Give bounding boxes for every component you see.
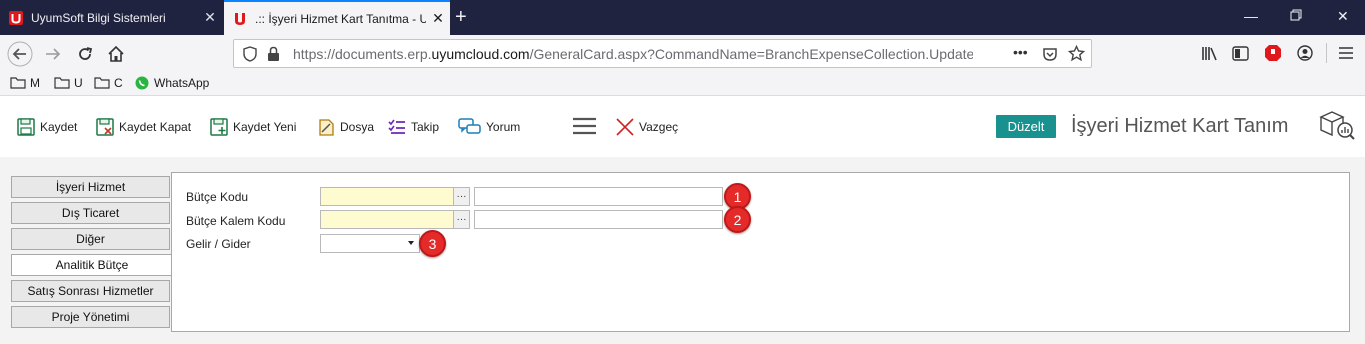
uyumsoft-logo-icon (233, 12, 247, 26)
content-area: İşyeri Hizmet Dış Ticaret Diğer Analitik… (0, 157, 1365, 344)
bookmark-whatsapp[interactable]: WhatsApp (135, 76, 209, 90)
edit-button[interactable]: Düzelt (996, 115, 1056, 138)
app-toolbar: Kaydet Kaydet Kapat Kaydet Yeni Dosya Ta… (0, 97, 1365, 157)
form-panel: Bütçe Kodu ··· 1 Bütçe Kalem Kodu ··· 2 … (171, 172, 1350, 332)
menu-icon[interactable] (1338, 46, 1354, 65)
account-icon[interactable] (1297, 45, 1313, 66)
bookmarks-bar: M U C WhatsApp (0, 72, 1365, 96)
budget-code-lookup-button[interactable]: ··· (453, 187, 470, 206)
callout-badge-2: 2 (724, 206, 751, 233)
more-actions-icon[interactable]: ••• (1013, 44, 1028, 60)
comment-icon (458, 118, 481, 134)
side-tab-isyeri-hizmet[interactable]: İşyeri Hizmet (11, 176, 170, 198)
folder-icon (10, 77, 26, 89)
budget-code-description-field[interactable] (474, 187, 723, 206)
browser-nav-bar: https://documents.erp.uyumcloud.com/Gene… (0, 35, 1365, 72)
reload-icon[interactable] (71, 40, 99, 68)
browser-tab-bar: UyumSoft Bilgi Sistemleri ✕ .:: İşyeri H… (0, 0, 1365, 35)
file-button[interactable]: Dosya (316, 117, 374, 137)
checklist-icon (388, 119, 405, 134)
sidebar-toggle-icon[interactable] (1232, 46, 1249, 66)
budget-item-code-input[interactable] (320, 210, 470, 229)
budget-item-code-label: Bütçe Kalem Kodu (186, 214, 286, 228)
address-bar[interactable]: https://documents.erp.uyumcloud.com/Gene… (233, 39, 1092, 68)
adblock-icon[interactable] (1264, 44, 1282, 67)
budget-item-code-lookup-button[interactable]: ··· (453, 210, 470, 229)
lock-icon[interactable] (267, 46, 280, 67)
budget-code-input[interactable] (320, 187, 470, 206)
page-title: İşyeri Hizmet Kart Tanım (1071, 115, 1289, 137)
folder-icon (94, 77, 110, 89)
income-expense-select[interactable] (320, 234, 420, 253)
bookmark-folder-u[interactable]: U (54, 76, 83, 90)
hamburger-menu-button[interactable] (572, 116, 597, 136)
whatsapp-icon (135, 76, 149, 90)
restore-icon[interactable] (1290, 8, 1302, 24)
toolbar-divider (1326, 43, 1327, 63)
shield-icon[interactable] (243, 46, 257, 67)
library-icon[interactable] (1201, 46, 1218, 66)
home-icon[interactable] (102, 40, 130, 68)
back-icon[interactable] (6, 40, 34, 68)
url-text: https://documents.erp.uyumcloud.com/Gene… (293, 46, 973, 62)
minimize-icon[interactable]: — (1244, 8, 1258, 24)
tab-title: UyumSoft Bilgi Sistemleri (31, 10, 166, 25)
tab-title: .:: İşyeri Hizmet Kart Tanıtma - U (255, 11, 426, 26)
browser-tab-uyumsoft[interactable]: UyumSoft Bilgi Sistemleri ✕ (0, 0, 222, 35)
comment-button[interactable]: Yorum (458, 117, 520, 137)
save-icon (17, 118, 35, 136)
new-tab-icon[interactable]: + (455, 6, 467, 29)
cancel-button[interactable]: Vazgeç (615, 117, 678, 137)
track-button[interactable]: Takip (387, 117, 439, 137)
budget-item-code-description-field[interactable] (474, 210, 723, 229)
window-close-icon[interactable]: ✕ (1337, 8, 1349, 25)
forward-icon[interactable] (39, 40, 67, 68)
bookmark-folder-c[interactable]: C (94, 76, 123, 90)
side-tab-proje-yonetimi[interactable]: Proje Yönetimi (11, 306, 170, 328)
income-expense-label: Gelir / Gider (186, 237, 251, 251)
pocket-icon[interactable] (1042, 46, 1058, 67)
save-new-button[interactable]: Kaydet Yeni (209, 117, 296, 137)
side-tab-dis-ticaret[interactable]: Dış Ticaret (11, 202, 170, 224)
callout-badge-3: 3 (419, 230, 446, 257)
cancel-x-icon (616, 118, 634, 136)
budget-code-label: Bütçe Kodu (186, 190, 249, 204)
folder-icon (54, 77, 70, 89)
browser-tab-isyeri[interactable]: .:: İşyeri Hizmet Kart Tanıtma - U ✕ (224, 0, 450, 35)
save-button[interactable]: Kaydet (16, 117, 77, 137)
side-tab-satis-sonrasi-hizmetler[interactable]: Satış Sonrası Hizmetler (11, 280, 170, 302)
side-tab-analitik-butce[interactable]: Analitik Bütçe (11, 254, 172, 276)
save-close-button[interactable]: Kaydet Kapat (95, 117, 191, 137)
uyumsoft-logo-icon (9, 10, 23, 25)
dropdown-arrow-icon (408, 241, 414, 245)
file-icon (319, 119, 334, 136)
bookmark-star-icon[interactable] (1067, 44, 1086, 67)
side-tab-diger[interactable]: Diğer (11, 228, 170, 250)
save-close-icon (96, 118, 114, 136)
save-new-icon (210, 118, 228, 136)
bookmark-folder-m[interactable]: M (10, 76, 40, 90)
hamburger-icon (573, 117, 596, 135)
box-analytics-icon[interactable] (1318, 109, 1356, 146)
close-tab-icon[interactable]: ✕ (426, 10, 450, 27)
close-tab-icon[interactable]: ✕ (198, 9, 222, 26)
